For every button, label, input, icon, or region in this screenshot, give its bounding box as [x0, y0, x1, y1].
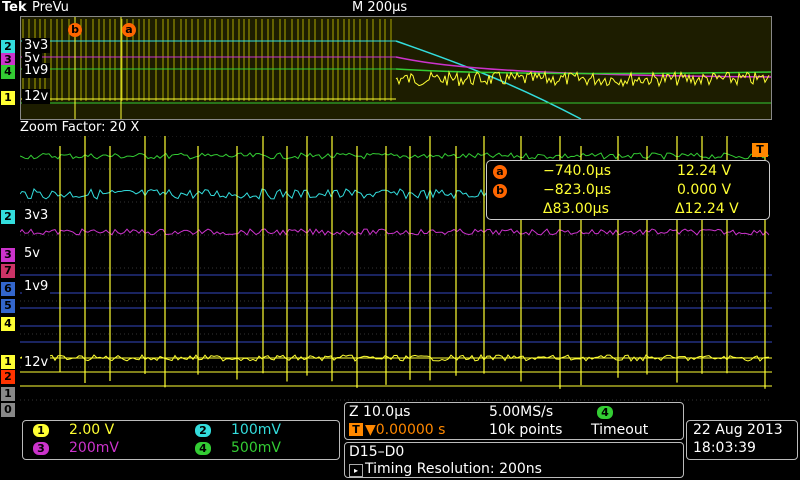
zoom-label-5v: 5v [22, 246, 42, 261]
acquisition-mode: PreVu [32, 0, 69, 15]
record-length: 10k points [489, 422, 563, 438]
cursor-a-time: −740.0µs [543, 163, 612, 179]
ch3-badge[interactable]: 3 [33, 442, 49, 455]
trigger-type[interactable]: Timeout [591, 422, 648, 438]
cursor-delta-value: Δ12.24 V [675, 201, 739, 217]
zoom-ch1-marker[interactable]: 1 [1, 355, 15, 369]
ch1-badge[interactable]: 1 [33, 424, 49, 437]
timing-icon: ▸ [349, 464, 363, 477]
zoom-label-3v3: 3v3 [22, 208, 51, 223]
overview-cursor-a-badge[interactable]: a [122, 23, 136, 37]
zoom-d4-marker[interactable]: 4 [1, 317, 15, 331]
cursor-a-value: 12.24 V [677, 163, 732, 179]
zoom-ch2-marker[interactable]: 2 [1, 210, 15, 224]
ov-label-12v: 12v [22, 89, 51, 104]
sample-rate: 5.00MS/s [489, 404, 554, 420]
trigger-source-badge[interactable]: 4 [597, 406, 613, 419]
ch1-scale[interactable]: 2.00 V [69, 422, 114, 438]
cursor-readout[interactable]: a −740.0µs 12.24 V b −823.0µs 0.000 V Δ8… [486, 160, 770, 220]
cursor-b-badge: b [493, 184, 507, 198]
date: 22 Aug 2013 [693, 422, 783, 438]
zoom-factor-label: Zoom Factor: 20 X [20, 120, 140, 135]
zoom-d0-marker[interactable]: 0 [1, 403, 15, 417]
zoom-label-1v9: 1v9 [22, 279, 51, 294]
cursor-b-time: −823.0µs [543, 182, 612, 198]
ch4-scale[interactable]: 500mV [231, 440, 281, 456]
zoom-d2-marker[interactable]: 2 [1, 370, 15, 384]
trigger-marker-zoom: T [752, 143, 768, 157]
main-timebase[interactable]: M 200µs [352, 0, 407, 15]
ch4-badge[interactable]: 4 [195, 442, 211, 455]
trigger-position-icon: T [349, 423, 363, 436]
ov-label-1v9: 1v9 [22, 63, 51, 78]
digital-panel[interactable]: D15–D0 ▸ Timing Resolution: 200ns [344, 442, 684, 478]
zoom-d1-marker[interactable]: 1 [1, 387, 15, 401]
cursor-delta-time: Δ83.00µs [543, 201, 609, 217]
zoom-scale[interactable]: Z 10.0µs [349, 404, 410, 420]
ch2-badge[interactable]: 2 [195, 424, 211, 437]
ov-ch4-marker[interactable]: 4 [1, 65, 15, 79]
zoom-label-12v: 12v [22, 355, 51, 370]
timing-resolution: Timing Resolution: 200ns [365, 461, 542, 477]
brand-logo: Tek [2, 0, 27, 15]
cursor-b-value: 0.000 V [677, 182, 732, 198]
overview-cursor-b-badge[interactable]: b [68, 23, 82, 37]
zoom-ch3-marker[interactable]: 3 [1, 248, 15, 262]
ch3-scale[interactable]: 200mV [69, 440, 119, 456]
ov-ch1-marker[interactable]: 1 [1, 91, 15, 105]
datetime-panel: 22 Aug 2013 18:03:39 [686, 420, 798, 460]
cursor-a-badge: a [493, 165, 507, 179]
trigger-position[interactable]: ▼0.00000 s [365, 422, 445, 438]
ov-ch2-marker[interactable]: 2 [1, 40, 15, 54]
time: 18:03:39 [693, 440, 756, 456]
channel-scale-panel[interactable]: 1 2.00 V 2 100mV 3 200mV 4 500mV [22, 420, 340, 460]
zoom-d7-marker[interactable]: 7 [1, 264, 15, 278]
ch2-scale[interactable]: 100mV [231, 422, 281, 438]
acquisition-panel[interactable]: Z 10.0µs 5.00MS/s T ▼0.00000 s 10k point… [344, 402, 684, 440]
zoom-d6-marker[interactable]: 6 [1, 282, 15, 296]
zoom-d5-marker[interactable]: 5 [1, 299, 15, 313]
digital-channels: D15–D0 [349, 444, 405, 460]
